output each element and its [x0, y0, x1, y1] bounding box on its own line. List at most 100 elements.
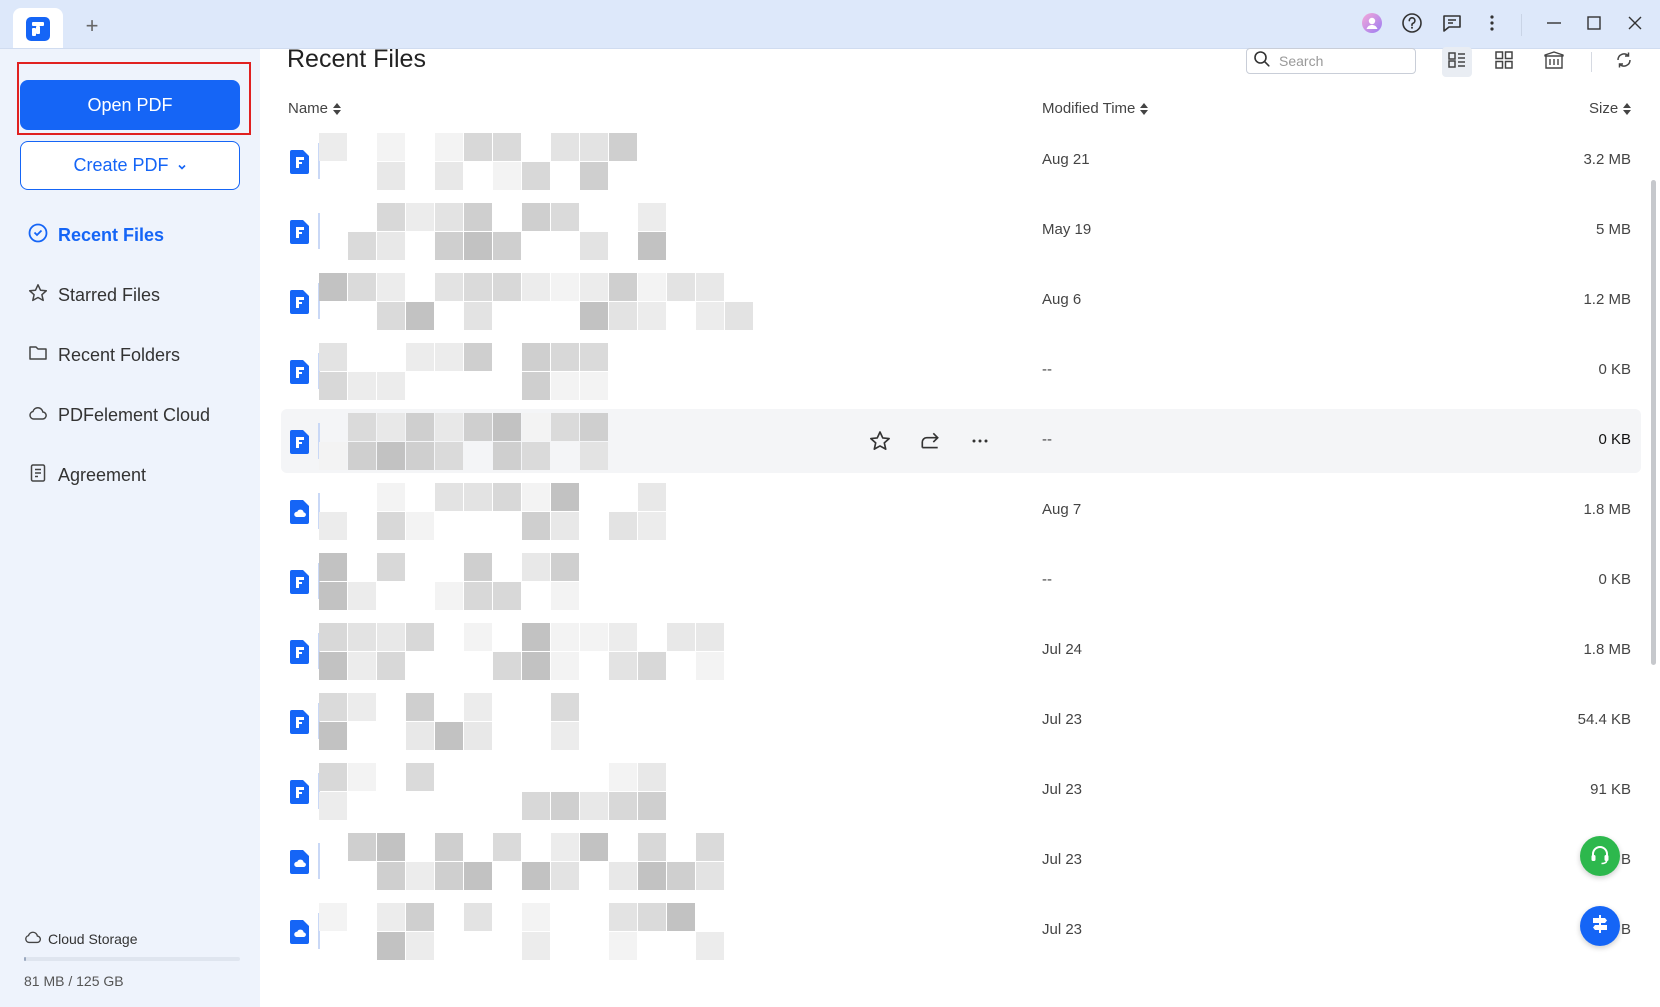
toolbar-divider: [1591, 52, 1592, 72]
create-pdf-label: Create PDF: [73, 155, 169, 175]
maximize-icon: [1586, 15, 1602, 36]
file-row[interactable]: Aug 6 1.2 MB: [281, 269, 1641, 333]
close-icon: [1627, 15, 1643, 36]
mosaic: [319, 273, 753, 330]
sidebar-item-label: Agreement: [58, 464, 147, 485]
modified-time: Aug 6: [1042, 291, 1082, 308]
support-button[interactable]: [1580, 836, 1620, 876]
archive-button[interactable]: [1539, 47, 1569, 77]
cloud-icon: [24, 928, 42, 949]
redacted-file-name: [319, 481, 779, 541]
file-row[interactable]: Aug 21 3.2 MB: [281, 129, 1641, 193]
modified-time: Aug 7: [1042, 501, 1082, 518]
minimize-button[interactable]: [1541, 12, 1567, 38]
list-view-icon: [1447, 50, 1467, 75]
sidebar-item-starred-files[interactable]: Starred Files: [28, 277, 248, 313]
pdfelement-logo-icon: [26, 17, 50, 41]
file-row[interactable]: -- 0 KB: [281, 549, 1641, 613]
column-header-name[interactable]: Name: [288, 100, 342, 117]
modified-time: Jul 23: [1042, 921, 1083, 938]
storage-progress-bar: [24, 957, 240, 961]
share-icon[interactable]: [916, 427, 944, 455]
column-header-label: Size: [1589, 100, 1619, 117]
column-header-modified-time[interactable]: Modified Time: [1042, 100, 1149, 117]
sidebar-item-label: Recent Folders: [58, 344, 181, 365]
cloud-storage-label: Cloud Storage: [24, 928, 138, 949]
redacted-file-name: [319, 201, 779, 261]
file-size: 1.8 MB: [1583, 501, 1631, 518]
file-row[interactable]: Aug 7 1.8 MB: [281, 479, 1641, 543]
file-row[interactable]: Jul 23 B: [281, 899, 1641, 963]
mosaic: [319, 133, 637, 190]
vertical-scrollbar[interactable]: [1651, 180, 1656, 665]
column-header-size[interactable]: Size: [1589, 100, 1632, 117]
titlebar-divider: [1521, 14, 1522, 36]
refresh-button[interactable]: [1609, 47, 1639, 77]
pdf-file-icon: [289, 289, 311, 315]
help-button[interactable]: [1399, 12, 1425, 38]
create-pdf-button[interactable]: Create PDF: [20, 141, 240, 190]
column-header-label: Modified Time: [1042, 100, 1136, 117]
home-tab[interactable]: [13, 8, 63, 48]
title-bar: +: [0, 0, 1660, 49]
redacted-file-name: [319, 831, 779, 891]
close-button[interactable]: [1622, 12, 1648, 38]
assistant-button[interactable]: [1580, 906, 1620, 946]
chevron-down-icon: [177, 155, 187, 176]
star-icon[interactable]: [866, 427, 894, 455]
pdf-file-icon: [289, 149, 311, 175]
help-icon: [1401, 12, 1423, 39]
refresh-icon: [1614, 50, 1634, 75]
avatar-button[interactable]: [1359, 12, 1385, 38]
new-tab-button[interactable]: +: [80, 14, 104, 38]
more-horizontal-icon[interactable]: [966, 427, 994, 455]
file-row[interactable]: -- 0 KB: [281, 409, 1641, 473]
file-size: 0 KB: [1598, 431, 1631, 448]
feedback-button[interactable]: [1439, 12, 1465, 38]
modified-time: --: [1042, 431, 1052, 448]
maximize-button[interactable]: [1581, 12, 1607, 38]
modified-time: May 19: [1042, 221, 1092, 238]
modified-time: Jul 23: [1042, 711, 1083, 728]
search-field[interactable]: [1246, 48, 1416, 74]
clock-icon: [28, 223, 48, 248]
file-size: 0 KB: [1598, 571, 1631, 588]
sidebar-item-pdfelement-cloud[interactable]: PDFelement Cloud: [28, 397, 248, 433]
file-row[interactable]: Jul 23 91 KB: [281, 759, 1641, 823]
file-row[interactable]: May 19 5 MB: [281, 199, 1641, 263]
sidebar-item-recent-folders[interactable]: Recent Folders: [28, 337, 248, 373]
document-icon: [28, 463, 48, 488]
more-vertical-icon: [1489, 13, 1495, 38]
signpost-icon: [1588, 912, 1612, 941]
file-size: 0 KB: [1598, 361, 1631, 378]
sidebar-item-recent-files[interactable]: Recent Files: [28, 217, 248, 253]
page-title: Recent Files: [287, 45, 426, 73]
file-row[interactable]: Jul 23 B: [281, 829, 1641, 893]
grid-view-button[interactable]: [1489, 47, 1519, 77]
mosaic: [319, 343, 608, 400]
cloud-file-icon: [289, 849, 311, 875]
redacted-file-name: [319, 551, 779, 611]
modified-time: Aug 21: [1042, 151, 1090, 168]
grid-view-icon: [1494, 50, 1514, 75]
open-pdf-button[interactable]: Open PDF: [20, 80, 240, 130]
file-row[interactable]: Jul 23 54.4 KB: [281, 689, 1641, 753]
feedback-icon: [1441, 12, 1463, 39]
list-view-button[interactable]: [1442, 47, 1472, 77]
pdf-file-icon: [289, 639, 311, 665]
row-actions: [866, 427, 994, 455]
search-input[interactable]: [1277, 52, 1401, 70]
more-options-button[interactable]: [1479, 12, 1505, 38]
pdf-file-icon: [289, 429, 311, 455]
file-size: 1.8 MB: [1583, 641, 1631, 658]
column-header-label: Name: [288, 100, 329, 117]
file-row[interactable]: Jul 24 1.8 MB: [281, 619, 1641, 683]
modified-time: Jul 24: [1042, 641, 1083, 658]
sidebar-item-agreement[interactable]: Agreement: [28, 457, 248, 493]
file-size: 91 KB: [1590, 781, 1631, 798]
file-row[interactable]: -- 0 KB: [281, 339, 1641, 403]
sidebar-item-label: Recent Files: [58, 224, 165, 245]
open-pdf-label: Open PDF: [87, 94, 173, 115]
modified-time: --: [1042, 571, 1052, 588]
archive-icon: [1543, 50, 1565, 75]
